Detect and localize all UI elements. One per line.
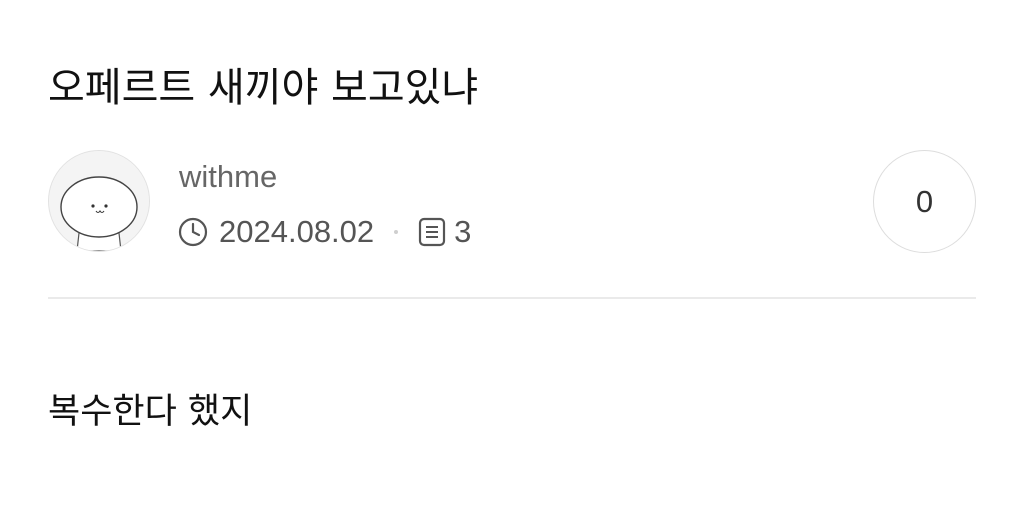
clock-icon	[177, 216, 209, 248]
meta-separator	[394, 230, 399, 234]
post-date: 2024.08.02	[219, 214, 375, 249]
document-list-icon	[418, 217, 446, 247]
cartoon-character-avatar-icon	[49, 151, 149, 251]
like-count: 0	[915, 183, 934, 219]
post-title: 오페르트 새끼야 보고있냐	[48, 65, 479, 111]
author-avatar[interactable]	[48, 150, 150, 252]
post-body: 복수한다 했지	[48, 392, 253, 432]
divider	[48, 297, 976, 299]
comment-count[interactable]: 3	[454, 214, 471, 250]
like-count-button[interactable]: 0	[873, 150, 976, 253]
author-name[interactable]: withme	[179, 157, 277, 197]
post-meta: 2024.08.02 3	[177, 211, 471, 253]
